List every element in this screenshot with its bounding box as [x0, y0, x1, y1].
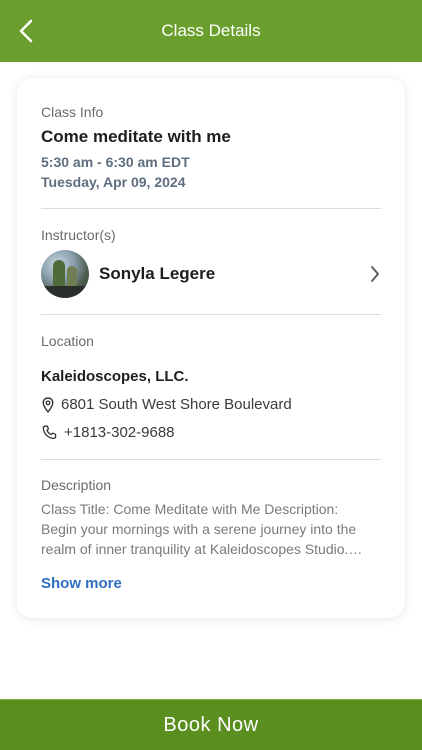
- back-button[interactable]: [8, 13, 44, 49]
- divider: [41, 459, 381, 460]
- map-pin-icon: [41, 396, 55, 413]
- address-row[interactable]: 6801 South West Shore Boulevard: [41, 396, 292, 413]
- description-label: Description: [41, 477, 112, 493]
- class-details-card: Class Info Come meditate with me 5:30 am…: [17, 78, 405, 618]
- header-bar: Class Details: [0, 0, 422, 62]
- instructor-name: Sonyla Legere: [99, 264, 216, 283]
- class-date: Tuesday, Apr 09, 2024: [41, 174, 186, 190]
- show-more-link[interactable]: Show more: [41, 575, 122, 592]
- chevron-left-icon: [19, 19, 33, 43]
- address-text: 6801 South West Shore Boulevard: [61, 396, 292, 413]
- class-time: 5:30 am - 6:30 am EDT: [41, 154, 190, 170]
- description-text: Class Title: Come Meditate with Me Descr…: [41, 501, 357, 557]
- location-label: Location: [41, 333, 94, 349]
- instructors-label: Instructor(s): [41, 227, 116, 243]
- venue-name: Kaleidoscopes, LLC.: [41, 368, 189, 385]
- divider: [41, 208, 381, 209]
- book-now-button[interactable]: Book Now: [0, 699, 422, 750]
- class-title: Come meditate with me: [41, 127, 231, 146]
- chevron-right-icon: [365, 264, 385, 284]
- phone-text: +1813-302-9688: [64, 424, 175, 441]
- instructor-row[interactable]: Sonyla Legere: [41, 248, 385, 300]
- phone-icon: [41, 425, 57, 441]
- instructor-avatar: [41, 250, 89, 298]
- class-info-label: Class Info: [41, 104, 104, 120]
- phone-row[interactable]: +1813-302-9688: [41, 424, 175, 441]
- divider: [41, 314, 381, 315]
- page-title: Class Details: [161, 21, 261, 40]
